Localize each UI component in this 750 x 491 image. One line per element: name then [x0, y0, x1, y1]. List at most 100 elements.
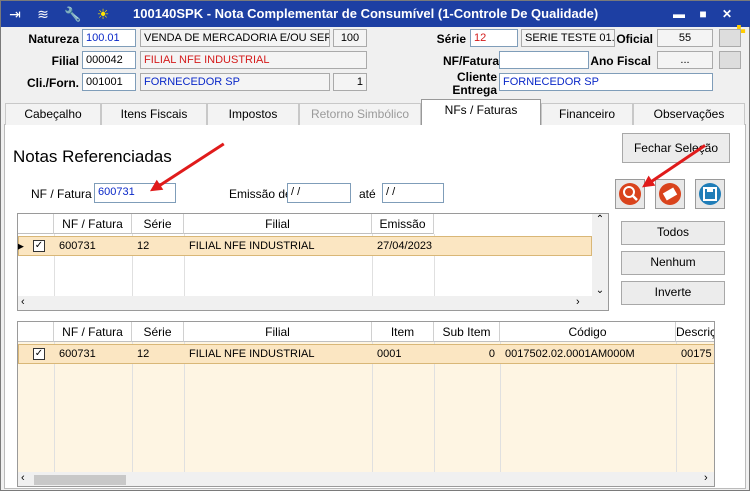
scroll-right-icon[interactable]: ›: [576, 296, 580, 308]
cliente-entrega-label: Cliente Entrega: [411, 71, 497, 97]
eraser-icon: [659, 183, 681, 205]
serie-code-field[interactable]: 12: [470, 29, 518, 47]
menu-stack-icon[interactable]: ≋: [33, 4, 53, 24]
eraser-button[interactable]: [655, 179, 685, 209]
grid2-cell-subitem: 0: [488, 348, 495, 360]
grid2-header-item[interactable]: Item: [372, 322, 434, 342]
scroll-thumb[interactable]: [34, 475, 126, 485]
lightbulb-icon[interactable]: ☀: [93, 4, 113, 24]
tab-retorno-simbolico: Retorno Simbólico: [299, 103, 421, 125]
close-button[interactable]: ✕: [717, 4, 737, 24]
grid2-cell-item: 0001: [377, 348, 402, 360]
oficial-label: Oficial: [616, 32, 653, 46]
itens-grid: NF / Fatura Série Filial Item Sub Item C…: [17, 321, 715, 487]
grid2-header-serie[interactable]: Série: [132, 322, 184, 342]
grid2-cell-filial: FILIAL NFE INDUSTRIAL: [189, 348, 315, 360]
fechar-selecao-button[interactable]: Fechar Seleção: [622, 133, 730, 163]
grid2-header-filial[interactable]: Filial: [184, 322, 372, 342]
grid2-header-descricao[interactable]: Descriç: [676, 322, 714, 342]
exit-icon[interactable]: ⇥: [5, 4, 25, 24]
tab-impostos[interactable]: Impostos: [207, 103, 299, 125]
scroll-left-icon[interactable]: ‹: [21, 472, 25, 484]
cliente-entrega-label-line2: Entrega: [452, 83, 497, 97]
todos-button[interactable]: Todos: [621, 221, 725, 245]
row-checkbox[interactable]: ✓: [33, 240, 45, 252]
nffatura-label: NF/Fatura: [442, 54, 499, 68]
grid2-header-select: [18, 322, 54, 342]
wrench-icon[interactable]: 🔧: [63, 4, 83, 24]
grid1-cell-emissao: 27/04/2023: [377, 240, 433, 252]
nf-fatura-filter-label: NF / Fatura: [31, 187, 92, 201]
oficial-field: 55: [657, 29, 713, 47]
nenhum-button[interactable]: Nenhum: [621, 251, 725, 275]
grid1-header-nf[interactable]: NF / Fatura: [54, 214, 132, 234]
filial-code-field[interactable]: 000042: [82, 51, 136, 69]
tab-bar: Cabeçalho Itens Fiscais Impostos Retorno…: [4, 99, 746, 126]
anofiscal-side-box: [719, 51, 741, 69]
save-button[interactable]: [695, 179, 725, 209]
grid1-header-select: [18, 214, 54, 234]
grid2-header-subitem[interactable]: Sub Item: [434, 322, 500, 342]
ate-label: até: [359, 187, 376, 201]
anofiscal-field[interactable]: ...: [657, 51, 713, 69]
nffatura-field[interactable]: [499, 51, 589, 69]
serie-label: Série: [436, 32, 466, 46]
grid2-cell-serie: 12: [137, 348, 150, 360]
cliforn-num-field: 1: [333, 73, 367, 91]
emissao-de-input[interactable]: / /: [287, 183, 351, 203]
grid2-header-codigo[interactable]: Código: [500, 322, 676, 342]
cliente-entrega-label-line1: Cliente: [456, 70, 497, 84]
tab-nfs-faturas[interactable]: NFs / Faturas: [421, 99, 541, 126]
grid1-cell-filial: FILIAL NFE INDUSTRIAL: [189, 240, 315, 252]
grid1-header-filial[interactable]: Filial: [184, 214, 372, 234]
grid2-header-nf[interactable]: NF / Fatura: [54, 322, 132, 342]
serie-desc-field: SERIE TESTE 01.1: [521, 29, 615, 47]
grid2-cell-nf: 600731: [59, 348, 96, 360]
page-title: Notas Referenciadas: [13, 147, 172, 166]
tab-itens-fiscais[interactable]: Itens Fiscais: [101, 103, 207, 125]
scroll-left-icon[interactable]: ‹: [21, 296, 25, 308]
row-pointer-icon: ▶: [17, 241, 24, 251]
grid2-cell-descricao: 00175: [681, 348, 712, 360]
scroll-down-icon[interactable]: ⌄: [592, 285, 608, 296]
grid1-vscrollbar[interactable]: ⌃ ⌄: [592, 214, 608, 296]
cliforn-code-field[interactable]: 001001: [82, 73, 136, 91]
grid2-hscrollbar[interactable]: ‹ ›: [18, 472, 714, 486]
grid2-cell-codigo: 0017502.02.0001AM000M: [505, 348, 635, 360]
table-row[interactable]: ✓ 600731 12 FILIAL NFE INDUSTRIAL 0001 0…: [18, 344, 714, 364]
notas-referenciadas-grid: NF / Fatura Série Filial Emissão ▶ ✓ 600…: [17, 213, 609, 311]
natureza-num-field: 100: [333, 29, 367, 47]
tab-observacoes[interactable]: Observações: [633, 103, 745, 125]
cliforn-name-field: FORNECEDOR SP: [140, 73, 330, 91]
grid1-hscrollbar[interactable]: ‹ ›: [18, 296, 608, 310]
natureza-code-field[interactable]: 100.01: [82, 29, 136, 47]
filial-name-field: FILIAL NFE INDUSTRIAL: [140, 51, 367, 69]
maximize-button[interactable]: ■: [693, 4, 713, 24]
minimize-button[interactable]: ▬: [669, 4, 689, 24]
inverte-button[interactable]: Inverte: [621, 281, 725, 305]
title-bar: ⇥ ≋ 🔧 ☀ 100140SPK - Nota Complementar de…: [1, 1, 750, 41]
scroll-up-icon[interactable]: ⌃: [592, 214, 608, 225]
main-window: ⇥ ≋ 🔧 ☀ 100140SPK - Nota Complementar de…: [0, 0, 750, 491]
ate-input[interactable]: / /: [382, 183, 444, 203]
oficial-side-box: [719, 29, 741, 47]
grid1-header-emissao[interactable]: Emissão: [372, 214, 434, 234]
grid1-header-serie[interactable]: Série: [132, 214, 184, 234]
cliente-entrega-field[interactable]: FORNECEDOR SP: [499, 73, 713, 91]
tab-cabecalho[interactable]: Cabeçalho: [5, 103, 101, 125]
grid1-cell-nf: 600731: [59, 240, 96, 252]
floppy-disk-icon: [699, 183, 721, 205]
natureza-label: Natureza: [28, 32, 79, 46]
nfs-faturas-panel: Notas Referenciadas Fechar Seleção NF / …: [4, 125, 746, 489]
emissao-de-label: Emissão de: [229, 187, 292, 201]
tab-financeiro[interactable]: Financeiro: [541, 103, 633, 125]
row-checkbox[interactable]: ✓: [33, 348, 45, 360]
nf-fatura-filter-input[interactable]: 600731: [94, 183, 176, 203]
natureza-desc-field: VENDA DE MERCADORIA E/OU SERVI: [140, 29, 330, 47]
grid1-cell-serie: 12: [137, 240, 150, 252]
scroll-right-icon[interactable]: ›: [704, 472, 708, 484]
window-title: 100140SPK - Nota Complementar de Consumí…: [133, 6, 599, 21]
table-row[interactable]: ▶ ✓ 600731 12 FILIAL NFE INDUSTRIAL 27/0…: [18, 236, 592, 256]
filial-label: Filial: [51, 54, 79, 68]
cliforn-label: Cli./Forn.: [27, 76, 79, 90]
